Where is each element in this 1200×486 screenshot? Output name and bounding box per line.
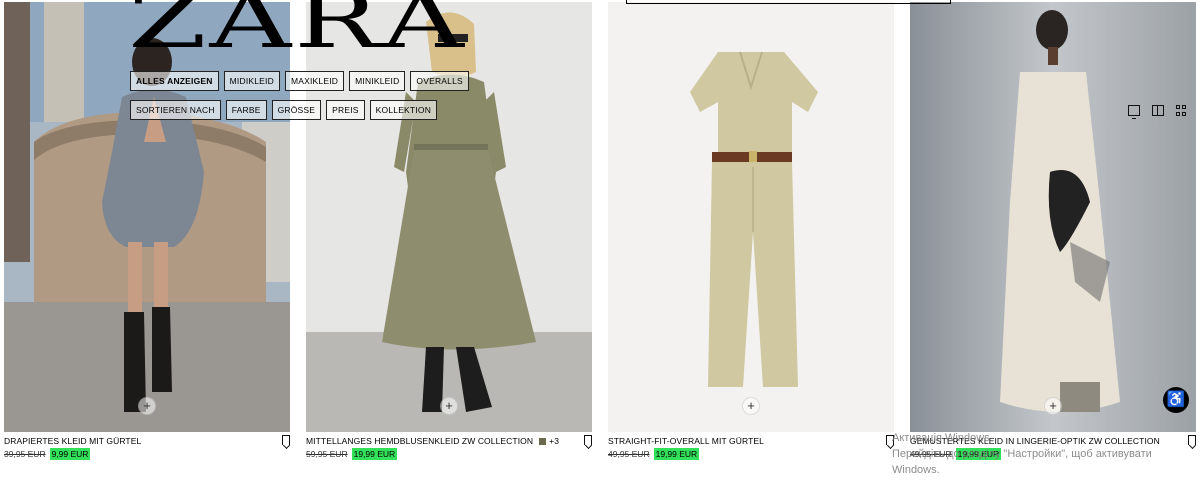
view-switcher: [1128, 105, 1188, 119]
filter-color[interactable]: FARBE: [225, 100, 267, 120]
add-to-cart-button[interactable]: +: [1044, 397, 1062, 415]
sale-price: 19,99 EUR: [653, 448, 700, 460]
bookmark-icon[interactable]: [1188, 435, 1196, 445]
price-row: 39,95 EUR 9,99 EUR: [4, 448, 91, 460]
filter-midikleid[interactable]: MIDIKLEID: [223, 71, 280, 91]
filter-collection[interactable]: KOLLEKTION: [369, 100, 438, 120]
product-name[interactable]: STRAIGHT-FIT-OVERALL MIT GÜRTEL: [608, 436, 764, 446]
price-row: 59,95 EUR 19,99 EUR: [306, 448, 398, 460]
windows-activation-watermark: Активація Windows Перейдіть до розділу "…: [892, 430, 1152, 478]
sale-price: 19,99 EUR: [351, 448, 398, 460]
watermark-line-3: Windows.: [892, 464, 940, 476]
brand-logo[interactable]: ZARA: [128, 0, 467, 60]
color-swatch[interactable]: [539, 438, 547, 445]
product-name-text: MITTELLANGES HEMDBLUSENKLEID ZW COLLECTI…: [306, 436, 534, 446]
search-input[interactable]: [626, 0, 951, 4]
more-colors-count[interactable]: +3: [549, 436, 559, 446]
filter-maxikleid[interactable]: MAXIKLEID: [284, 71, 345, 91]
product-image[interactable]: +: [910, 2, 1196, 432]
sort-filters: SORTIEREN NACH FARBE GRÖSSE PREIS KOLLEK…: [130, 100, 438, 120]
add-to-cart-button[interactable]: +: [440, 397, 458, 415]
product-name[interactable]: MITTELLANGES HEMDBLUSENKLEID ZW COLLECTI…: [306, 436, 559, 446]
accessibility-icon[interactable]: ♿: [1163, 387, 1189, 413]
filter-all[interactable]: ALLES ANZEIGEN: [130, 71, 219, 91]
bookmark-icon[interactable]: [282, 435, 290, 445]
watermark-line-2: Перейдіть до розділу "Настройки", щоб ак…: [892, 448, 1152, 460]
old-price: 59,95 EUR: [306, 449, 348, 459]
product-image[interactable]: +: [4, 2, 290, 432]
sort-button[interactable]: SORTIEREN NACH: [130, 100, 221, 120]
old-price: 39,95 EUR: [4, 449, 46, 459]
old-price: 49,95 EUR: [608, 449, 650, 459]
single-view-icon[interactable]: [1128, 105, 1140, 119]
grid-view-icon[interactable]: [1176, 105, 1188, 116]
bookmark-icon[interactable]: [584, 435, 592, 445]
filter-overalls[interactable]: OVERALLS: [410, 71, 469, 91]
filter-minikleid[interactable]: MINIKLEID: [349, 71, 406, 91]
add-to-cart-button[interactable]: +: [742, 397, 760, 415]
filter-price[interactable]: PREIS: [326, 100, 365, 120]
sale-price: 9,99 EUR: [49, 448, 91, 460]
watermark-line-1: Активація Windows: [892, 432, 990, 444]
double-view-icon[interactable]: [1152, 105, 1164, 116]
product-name[interactable]: DRAPIERTES KLEID MIT GÜRTEL: [4, 436, 141, 446]
product-image[interactable]: +: [306, 2, 592, 432]
filter-size[interactable]: GRÖSSE: [271, 100, 322, 120]
category-filters: ALLES ANZEIGEN MIDIKLEID MAXIKLEID MINIK…: [130, 71, 469, 91]
price-row: 49,95 EUR 19,99 EUR: [608, 448, 700, 460]
product-image[interactable]: +: [608, 2, 894, 432]
add-to-cart-button[interactable]: +: [138, 397, 156, 415]
